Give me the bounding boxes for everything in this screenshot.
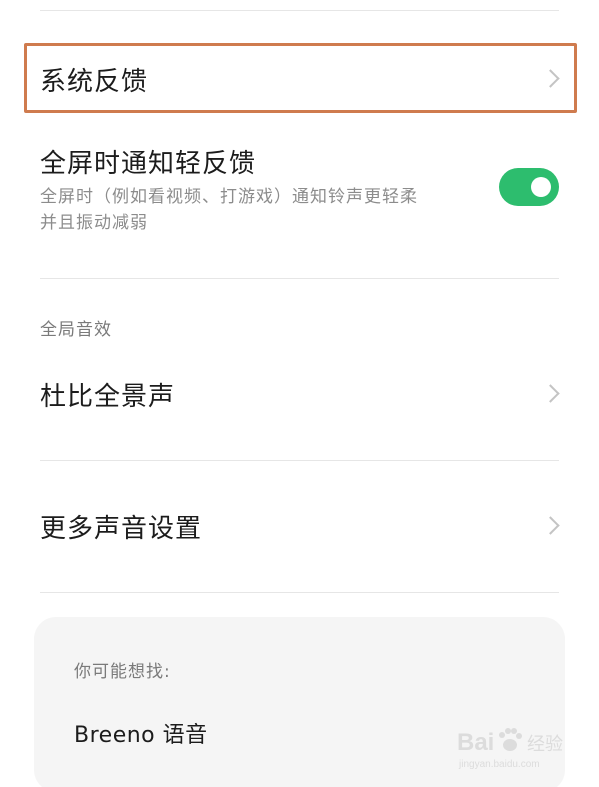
highlight-box [24, 43, 577, 113]
dolby-atmos-row[interactable]: 杜比全景声 [24, 358, 575, 428]
divider [40, 592, 559, 593]
more-sound-settings-row[interactable]: 更多声音设置 [24, 490, 575, 560]
more-sound-settings-label: 更多声音设置 [40, 514, 203, 544]
fullscreen-notify-description: 全屏时（例如看视频、打游戏）通知铃声更轻柔 并且振动减弱 [40, 184, 470, 236]
sound-settings-screen: 系统反馈 全屏时通知轻反馈 全屏时（例如看视频、打游戏）通知铃声更轻柔 并且振动… [0, 0, 599, 787]
divider [40, 460, 559, 461]
paw-icon [499, 728, 522, 751]
chevron-right-icon [541, 384, 560, 403]
global-sound-section-header: 全局音效 [40, 320, 112, 340]
description-line: 并且振动减弱 [40, 213, 148, 233]
suggestion-label: 你可能想找: [74, 662, 171, 682]
suggestion-item-breeno[interactable]: Breeno 语音 [74, 717, 208, 749]
fullscreen-notify-toggle[interactable] [499, 168, 559, 206]
watermark-brand-suffix: 经验 [527, 734, 563, 755]
divider [40, 10, 559, 11]
fullscreen-notify-title: 全屏时通知轻反馈 [40, 149, 257, 179]
watermark-url: jingyan.baidu.com [458, 759, 540, 770]
dolby-atmos-label: 杜比全景声 [40, 382, 176, 412]
description-line: 全屏时（例如看视频、打游戏）通知铃声更轻柔 [40, 187, 418, 207]
toggle-knob [531, 177, 551, 197]
chevron-right-icon [541, 516, 560, 535]
watermark-brand: Bai [457, 729, 494, 756]
baidu-jingyan-watermark: Bai 经验 jingyan.baidu.com [457, 728, 563, 770]
divider [40, 278, 559, 279]
